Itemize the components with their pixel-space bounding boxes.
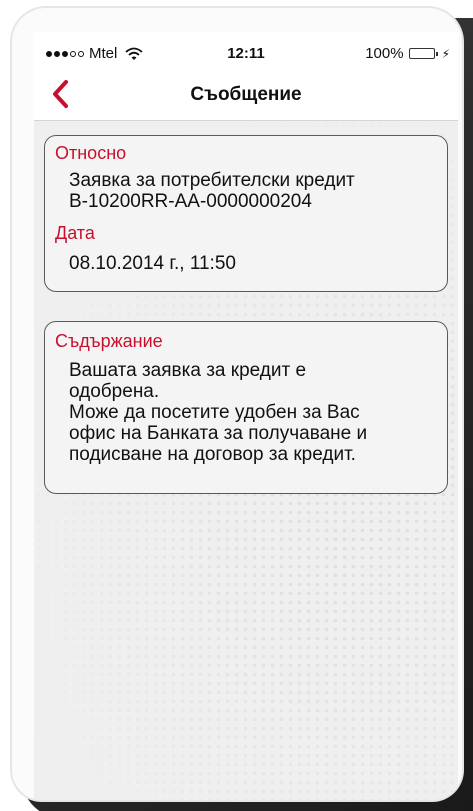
bolt-icon: ⚡	[441, 46, 450, 61]
content-label: Съдържание	[55, 331, 163, 351]
message-content-card: Съдържание Вашата заявка за кредит е одо…	[44, 321, 448, 494]
page-title: Съобщение	[190, 84, 302, 105]
subject-value: Заявка за потребителски кредит B-10200RR…	[69, 170, 355, 212]
message-content: Относно Заявка за потребителски кредит B…	[34, 121, 458, 800]
stage: Mtel 12:11 100% ⚡ Съобщение Относно Заяв…	[0, 0, 473, 811]
subject-label: Относно	[55, 143, 127, 163]
battery-status: 100% ⚡	[365, 45, 450, 62]
date-value: 08.10.2014 г., 11:50	[69, 253, 236, 274]
battery-icon	[408, 48, 438, 59]
screen: Mtel 12:11 100% ⚡ Съобщение Относно Заяв…	[34, 32, 458, 800]
content-value: Вашата заявка за кредит е одобрена. Може…	[69, 360, 368, 465]
message-details-card: Относно Заявка за потребителски кредит B…	[44, 135, 448, 292]
status-bar: Mtel 12:11 100% ⚡	[34, 32, 458, 68]
battery-percent: 100%	[365, 45, 404, 62]
phone-frame: Mtel 12:11 100% ⚡ Съобщение Относно Заяв…	[12, 8, 462, 800]
navigation-bar: Съобщение	[34, 68, 458, 121]
date-label: Дата	[55, 223, 95, 243]
